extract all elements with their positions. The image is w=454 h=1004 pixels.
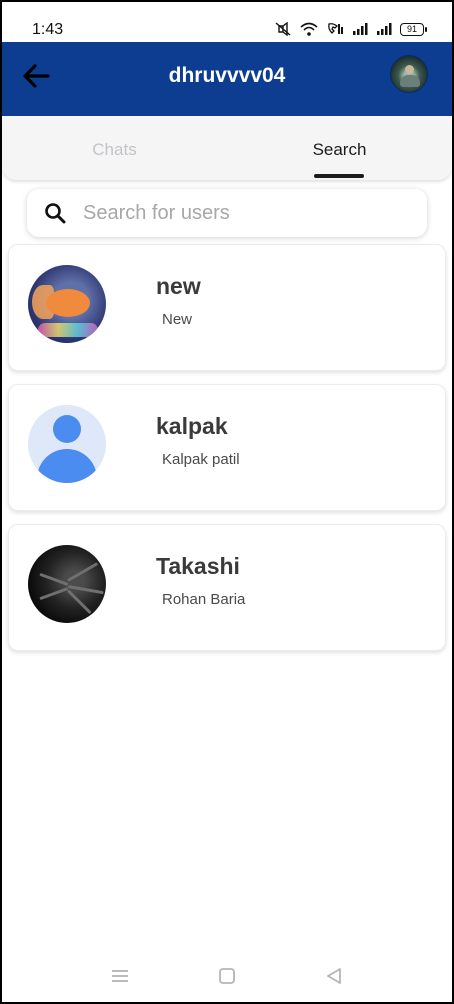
status-icons: 91 [274,22,427,36]
user-name: new [156,273,201,299]
user-card-new[interactable]: new New [8,244,446,371]
user-full-name: New [162,311,193,328]
user-card-kalpak[interactable]: kalpak Kalpak patil [8,384,446,511]
search-input[interactable] [83,197,413,229]
wifi-icon [300,22,318,36]
tab-chats[interactable]: Chats [2,116,227,180]
user-name: kalpak [156,413,228,439]
mute-icon [275,22,291,36]
signal-icon [353,23,368,35]
user-full-name: Rohan Baria [162,591,246,608]
tab-bar: Chats Search [2,116,452,180]
back-triangle-icon[interactable] [322,964,346,988]
user-avatar [28,265,106,343]
search-bar[interactable] [27,189,427,237]
active-tab-indicator [314,174,364,178]
page-title: dhruvvvv04 [168,64,286,87]
system-nav-bar [2,952,452,1002]
tab-search[interactable]: Search [227,116,452,180]
battery-icon: 91 [400,22,427,36]
status-time: 1:43 [32,21,64,38]
user-avatar [28,545,106,623]
home-square-icon[interactable] [215,964,239,988]
menu-icon[interactable] [108,964,132,988]
user-name: Takashi [156,553,240,579]
screen: 1:43 91 dhruvvvv04 Chats Search Search f… [2,2,452,1002]
signal-icon [377,23,392,35]
default-person-icon [28,405,106,483]
status-bar: 1:43 91 [2,2,452,42]
app-bar: dhruvvvv04 [2,42,452,116]
user-card-takashi[interactable]: Takashi Rohan Baria [8,524,446,651]
volte-icon [328,23,343,34]
profile-avatar[interactable] [390,55,428,93]
user-full-name: Kalpak patil [162,451,240,468]
search-icon [45,203,66,224]
